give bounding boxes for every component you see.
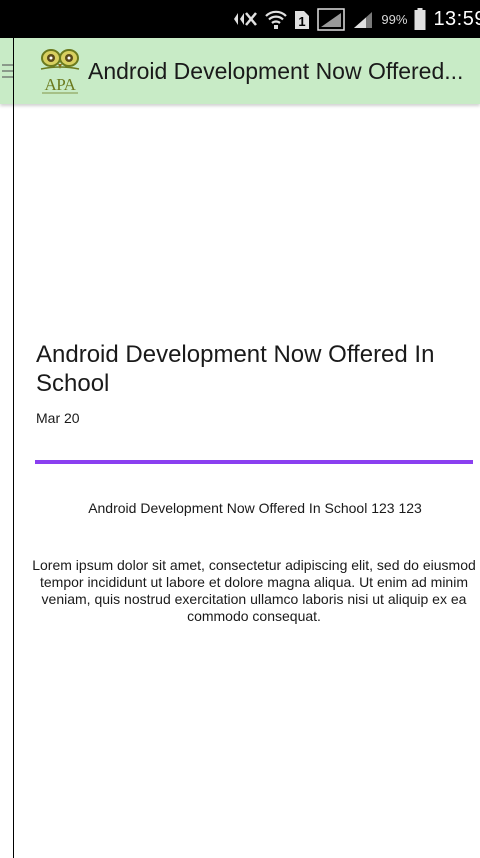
sim-1-icon: 1: [294, 8, 310, 30]
wifi-icon: [265, 8, 288, 30]
divider: [35, 460, 473, 464]
signal-bars-icon: [352, 8, 374, 30]
article-subtitle: Android Development Now Offered In Schoo…: [88, 500, 422, 516]
status-icons: 1 99% 13:5: [232, 0, 480, 38]
screen: 1 99% 13:5 APA Android Development Now O…: [0, 0, 480, 858]
status-time: 13:59: [433, 7, 480, 30]
signal-blocked-icon: [232, 9, 258, 29]
app-logo[interactable]: APA: [38, 48, 82, 96]
article-date: Mar 20: [36, 410, 80, 426]
battery-percent: 99%: [381, 11, 408, 27]
signal-bars-icon: [317, 7, 346, 31]
app-bar: APA Android Development Now Offered...: [0, 38, 480, 104]
battery-icon: [414, 7, 426, 31]
status-bar: 1 99% 13:5: [0, 0, 480, 38]
left-edge-line: [13, 0, 14, 858]
article-title: Android Development Now Offered In Schoo…: [36, 341, 435, 397]
article-body: Lorem ipsum dolor sit amet, consectetur …: [32, 557, 476, 624]
app-title: Android Development Now Offered...: [88, 58, 464, 84]
svg-text:1: 1: [299, 14, 306, 29]
svg-text:APA: APA: [45, 75, 77, 94]
